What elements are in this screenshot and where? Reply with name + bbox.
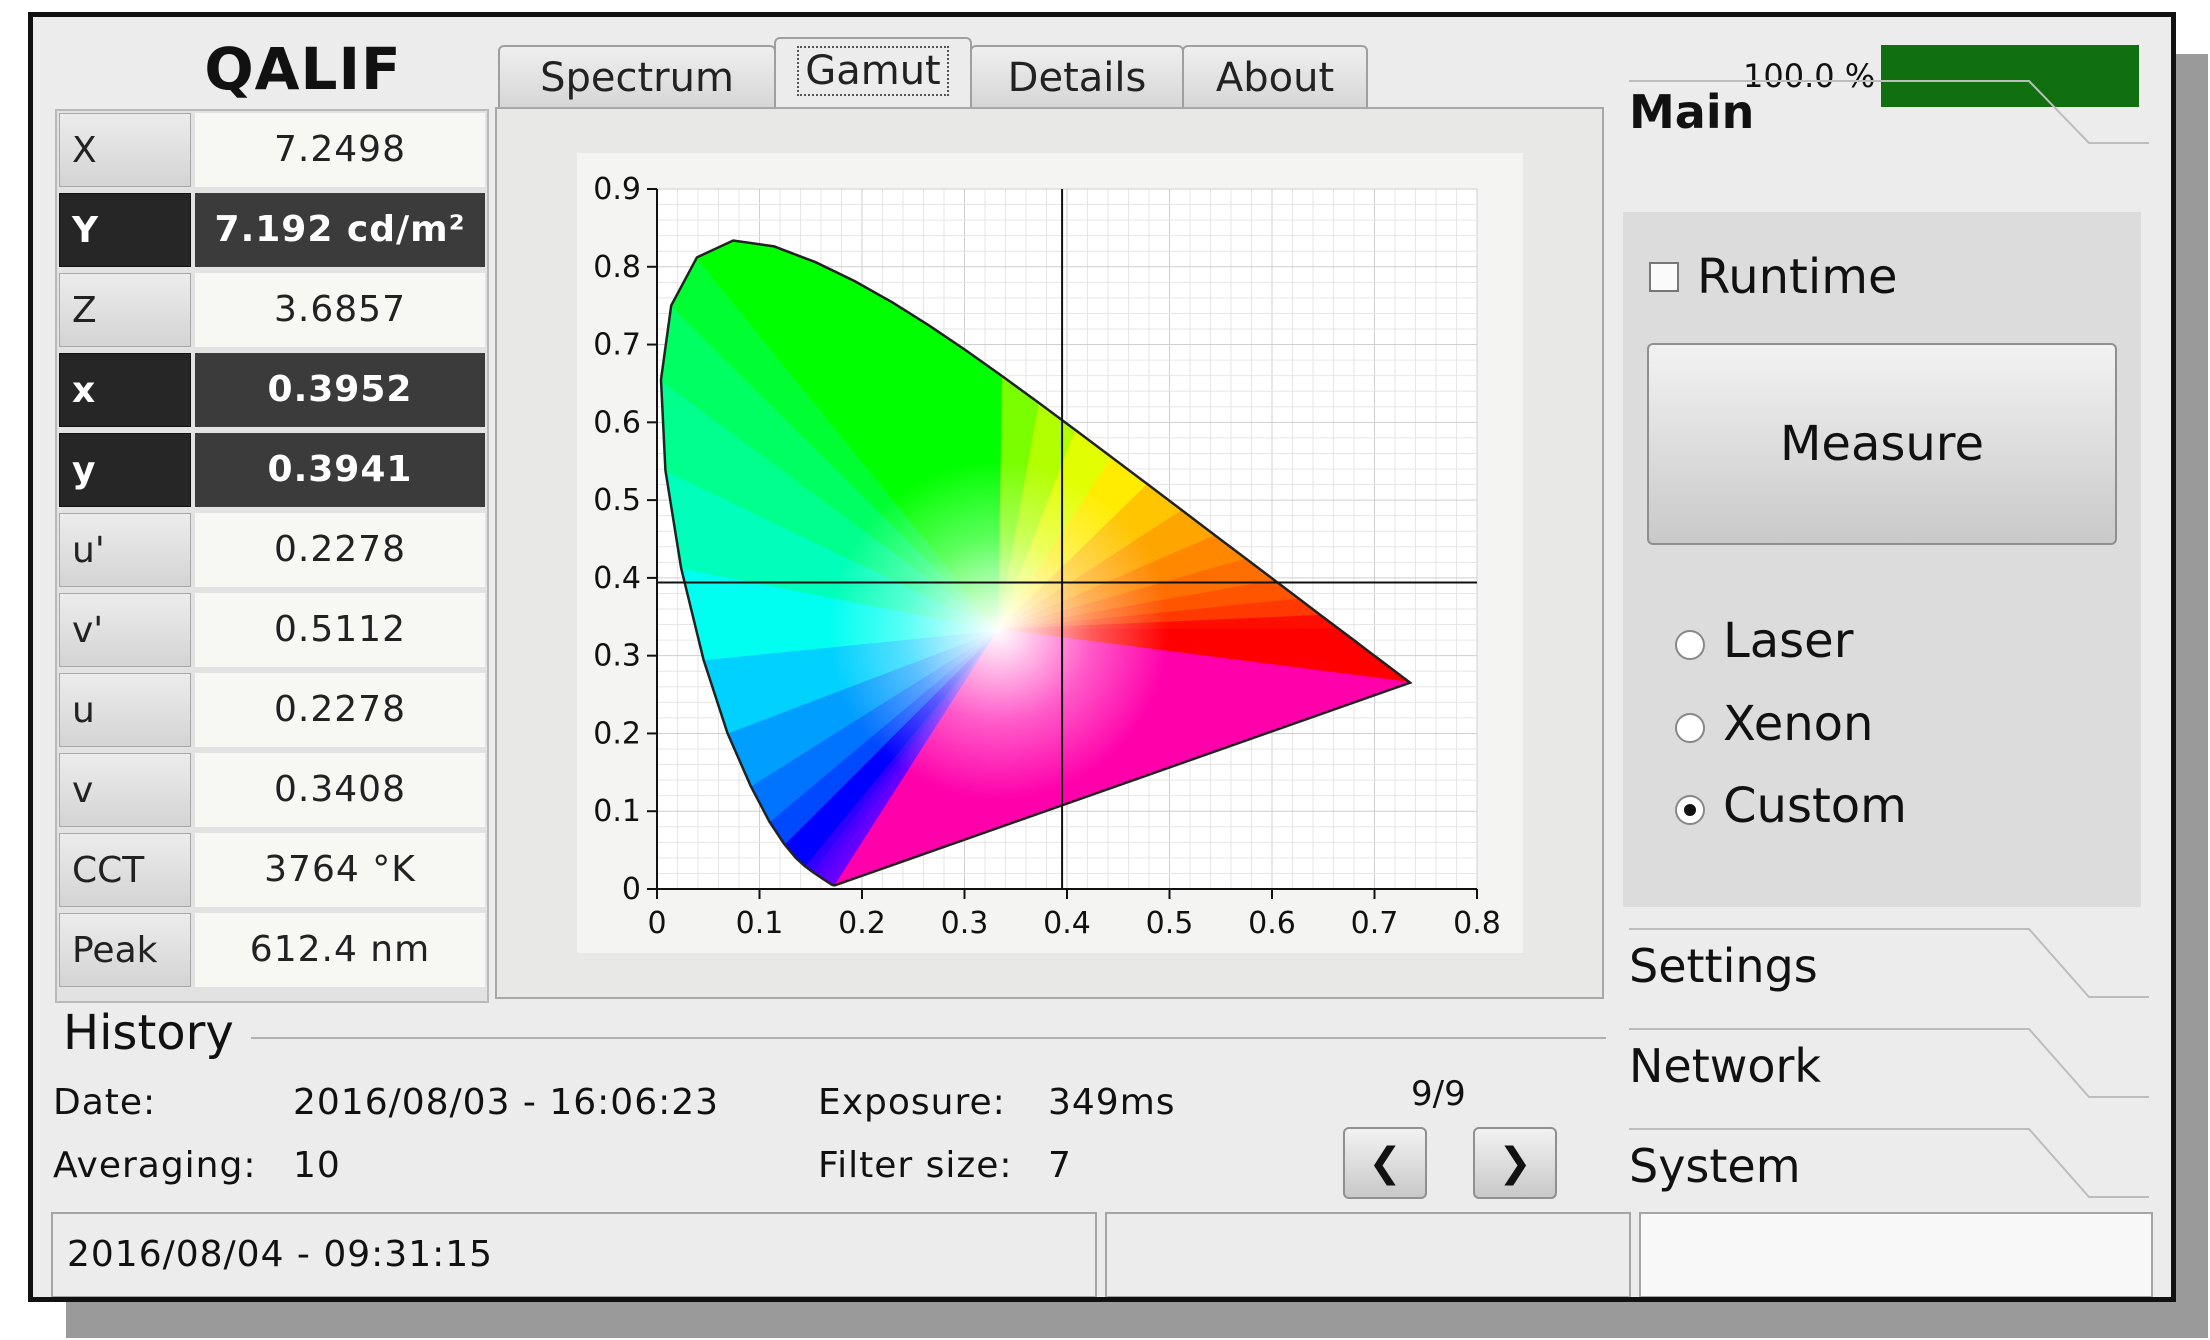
averaging-label: Averaging: xyxy=(53,1145,257,1186)
measurement-label: Peak xyxy=(59,913,191,987)
laser-radio[interactable] xyxy=(1675,630,1705,660)
x-tick-label: 0.3 xyxy=(941,906,989,941)
x-tick-label: 0.8 xyxy=(1453,906,1501,941)
y-tick-label: 0.2 xyxy=(593,716,641,751)
measure-button[interactable]: Measure xyxy=(1647,343,2117,545)
chart-area: 0 0.1 0.2 0.3 0.4 0.5 0.6 0.7 0.8 0 0.1 0.2 0.3 0.4 0.… xyxy=(577,153,1523,953)
measurement-value: 0.3941 xyxy=(195,433,485,507)
measurement-label: y xyxy=(59,433,191,507)
measurement-row: v' 0.5112 xyxy=(59,591,485,669)
x-tick-label: 0 xyxy=(647,906,666,941)
measurement-row: CCT 3764 °K xyxy=(59,831,485,909)
measurement-value: 612.4 nm xyxy=(195,913,485,987)
measurement-label: Y xyxy=(59,193,191,267)
exposure-value: 349ms xyxy=(1048,1082,1176,1123)
tab-label: About xyxy=(1215,55,1335,101)
y-tick-label: 0.4 xyxy=(593,561,641,596)
custom-label: Custom xyxy=(1723,778,1907,834)
measurement-row: u 0.2278 xyxy=(59,671,485,749)
network-divider xyxy=(1629,1028,2149,1098)
tab-details[interactable]: Details xyxy=(970,45,1184,107)
measurement-label: v' xyxy=(59,593,191,667)
date-label: Date: xyxy=(53,1082,157,1123)
measurement-table: X 7.2498 Y 7.192 cd/m² Z 3.6857 x 0.3952 y 0.3941… xyxy=(55,109,489,1003)
measurement-value: 7.192 cd/m² xyxy=(195,193,485,267)
cie-chromaticity-chart: 0 0.1 0.2 0.3 0.4 0.5 0.6 0.7 0.8 0 0.1 0.2 0.3 0.4 0.… xyxy=(593,172,1501,941)
history-prev-button[interactable]: ❮ xyxy=(1343,1127,1427,1199)
y-tick-label: 0.1 xyxy=(593,794,641,829)
measurement-row: Y 7.192 cd/m² xyxy=(59,191,485,269)
main-section-divider xyxy=(1629,80,2149,144)
measurement-row: v 0.3408 xyxy=(59,751,485,829)
measurement-value: 0.2278 xyxy=(195,513,485,587)
white-point-glow xyxy=(828,459,1169,800)
measurement-value: 3764 °K xyxy=(195,833,485,907)
runtime-checkbox[interactable] xyxy=(1649,262,1679,292)
x-tick-label: 0.7 xyxy=(1351,906,1399,941)
filter-size-label: Filter size: xyxy=(818,1145,1013,1186)
history-title: History xyxy=(63,1005,234,1061)
measurement-row: Z 3.6857 xyxy=(59,271,485,349)
measurement-label: u' xyxy=(59,513,191,587)
settings-divider xyxy=(1629,928,2149,998)
y-tick-label: 0.6 xyxy=(593,405,641,440)
date-value: 2016/08/03 - 16:06:23 xyxy=(293,1082,720,1123)
tab-label: Gamut xyxy=(797,46,949,96)
measurement-value: 0.3408 xyxy=(195,753,485,827)
runtime-label: Runtime xyxy=(1697,249,1898,305)
measurement-row: u' 0.2278 xyxy=(59,511,485,589)
status-right xyxy=(1639,1212,2153,1297)
measurement-row: X 7.2498 xyxy=(59,111,485,189)
laser-label: Laser xyxy=(1723,613,1854,669)
custom-radio[interactable] xyxy=(1675,795,1705,825)
tab-label: Details xyxy=(1007,55,1147,101)
gamut-panel: 0 0.1 0.2 0.3 0.4 0.5 0.6 0.7 0.8 0 0.1 0.2 0.3 0.4 0.… xyxy=(495,107,1604,999)
status-timestamp: 2016/08/04 - 09:31:15 xyxy=(51,1212,1097,1297)
exposure-label: Exposure: xyxy=(818,1082,1006,1123)
measurement-label: CCT xyxy=(59,833,191,907)
y-tick-label: 0.3 xyxy=(593,639,641,674)
filter-size-value: 7 xyxy=(1048,1145,1072,1186)
x-tick-label: 0.4 xyxy=(1043,906,1091,941)
measurement-value: 7.2498 xyxy=(195,113,485,187)
measurement-label: x xyxy=(59,353,191,427)
measurement-row: Peak 612.4 nm xyxy=(59,911,485,989)
y-tick-label: 0.7 xyxy=(593,328,641,363)
measurement-row: y 0.3941 xyxy=(59,431,485,509)
x-tick-label: 0.6 xyxy=(1248,906,1296,941)
y-tick-label: 0.5 xyxy=(593,483,641,518)
tab-about[interactable]: About xyxy=(1182,45,1368,107)
averaging-value: 10 xyxy=(293,1145,341,1186)
app-title: QALIF xyxy=(204,35,402,103)
measurement-value: 3.6857 xyxy=(195,273,485,347)
measurement-row: x 0.3952 xyxy=(59,351,485,429)
y-tick-label: 0 xyxy=(622,872,641,907)
history-divider xyxy=(251,1037,1606,1039)
x-tick-label: 0.1 xyxy=(736,906,784,941)
measurement-value: 0.2278 xyxy=(195,673,485,747)
app-window: QALIF X 7.2498 Y 7.192 cd/m² Z 3.6857 x 0.3952 y… xyxy=(28,12,2176,1302)
y-tick-label: 0.9 xyxy=(593,172,641,207)
system-divider xyxy=(1629,1128,2149,1198)
tab-gamut[interactable]: Gamut xyxy=(774,37,972,109)
status-middle xyxy=(1105,1212,1631,1297)
xenon-label: Xenon xyxy=(1723,696,1874,752)
measurement-value: 0.3952 xyxy=(195,353,485,427)
measurement-label: Z xyxy=(59,273,191,347)
measurement-label: u xyxy=(59,673,191,747)
xenon-radio[interactable] xyxy=(1675,713,1705,743)
x-tick-label: 0.5 xyxy=(1146,906,1194,941)
tab-spectrum[interactable]: Spectrum xyxy=(498,45,776,107)
tab-label: Spectrum xyxy=(540,55,734,101)
history-next-button[interactable]: ❯ xyxy=(1473,1127,1557,1199)
x-tick-label: 0.2 xyxy=(838,906,886,941)
measurement-label: v xyxy=(59,753,191,827)
y-tick-label: 0.8 xyxy=(593,250,641,285)
measurement-label: X xyxy=(59,113,191,187)
measurement-value: 0.5112 xyxy=(195,593,485,667)
history-page-indicator: 9/9 xyxy=(1411,1074,1466,1114)
